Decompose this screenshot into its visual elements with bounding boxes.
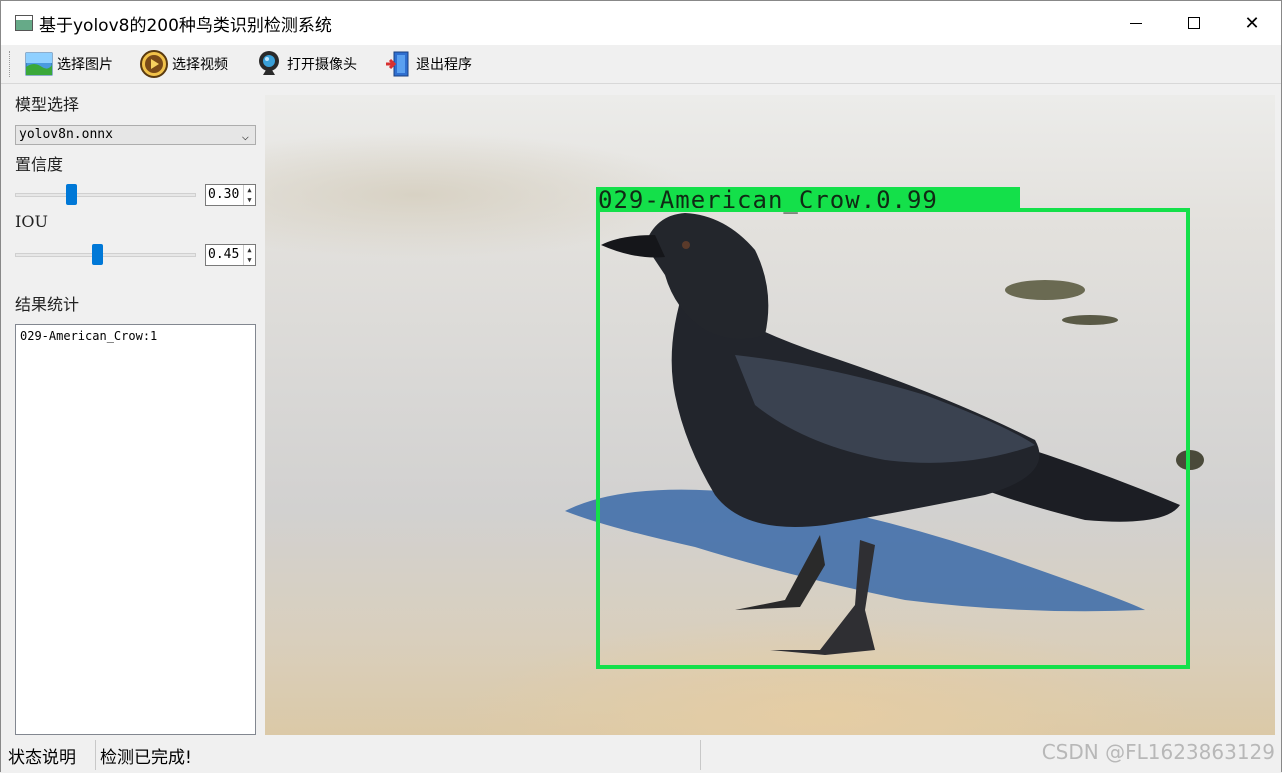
detection-bounding-box [596, 208, 1190, 669]
status-separator [700, 740, 701, 770]
iou-label: IOU [15, 212, 48, 231]
confidence-slider-handle[interactable] [66, 184, 77, 205]
iou-slider[interactable] [15, 244, 196, 266]
toolbar-grip[interactable] [9, 51, 12, 77]
title-bar[interactable]: 基于yolov8的200种鸟类识别检测系统 ✕ [1, 1, 1281, 45]
video-play-icon [140, 50, 168, 78]
watermark: CSDN @FL1623863129 [1041, 740, 1275, 764]
iou-slider-groove [15, 253, 196, 257]
minimize-icon [1130, 22, 1142, 24]
window-title: 基于yolov8的200种鸟类识别检测系统 [39, 15, 332, 36]
open-camera-label: 打开摄像头 [287, 57, 357, 73]
close-icon: ✕ [1244, 12, 1260, 34]
confidence-value: 0.30 [208, 187, 240, 202]
results-label: 结果统计 [15, 295, 80, 314]
select-image-button[interactable]: 选择图片 [20, 48, 117, 80]
maximize-button[interactable] [1165, 1, 1223, 45]
chevron-down-icon: ⌵ [241, 129, 249, 143]
maximize-icon [1188, 17, 1200, 29]
select-image-label: 选择图片 [57, 57, 113, 73]
app-icon [15, 15, 33, 31]
confidence-slider-groove [15, 193, 196, 197]
app-window: 基于yolov8的200种鸟类识别检测系统 ✕ 选择图片 选择视频 打开摄像头 … [0, 0, 1282, 773]
model-select-value: yolov8n.onnx [19, 127, 113, 142]
image-display: 029-American_Crow,0.99 [265, 95, 1275, 735]
select-video-label: 选择视频 [172, 57, 228, 73]
status-value: 检测已完成! [100, 747, 192, 768]
select-video-button[interactable]: 选择视频 [135, 48, 232, 80]
results-text: 029-American_Crow:1 [20, 329, 158, 343]
window-controls: ✕ [1107, 1, 1281, 45]
close-button[interactable]: ✕ [1223, 1, 1281, 45]
spin-arrows-icon[interactable]: ▲ ▼ [243, 185, 255, 205]
status-separator [95, 740, 96, 770]
iou-slider-handle[interactable] [91, 244, 103, 265]
exit-program-label: 退出程序 [416, 57, 472, 73]
minimize-button[interactable] [1107, 1, 1165, 45]
webcam-icon [259, 51, 279, 75]
iou-value: 0.45 [208, 247, 240, 262]
exit-door-icon [386, 51, 409, 77]
spin-arrows-icon[interactable]: ▲ ▼ [243, 245, 255, 265]
open-camera-button[interactable]: 打开摄像头 [250, 48, 361, 80]
model-select-dropdown[interactable]: yolov8n.onnx ⌵ [15, 125, 256, 145]
iou-spinbox[interactable]: 0.45 ▲ ▼ [205, 244, 256, 266]
toolbar: 选择图片 选择视频 打开摄像头 退出程序 [1, 45, 1281, 84]
control-panel: 模型选择 yolov8n.onnx ⌵ 置信度 0.30 ▲ ▼ IOU 0.45… [1, 85, 263, 737]
confidence-slider[interactable] [15, 184, 196, 206]
model-select-label: 模型选择 [15, 95, 80, 114]
image-icon [25, 52, 53, 76]
confidence-spinbox[interactable]: 0.30 ▲ ▼ [205, 184, 256, 206]
confidence-label: 置信度 [15, 155, 64, 174]
status-label: 状态说明 [8, 747, 76, 768]
results-textbox[interactable]: 029-American_Crow:1 [15, 324, 256, 735]
exit-program-button[interactable]: 退出程序 [379, 48, 476, 80]
